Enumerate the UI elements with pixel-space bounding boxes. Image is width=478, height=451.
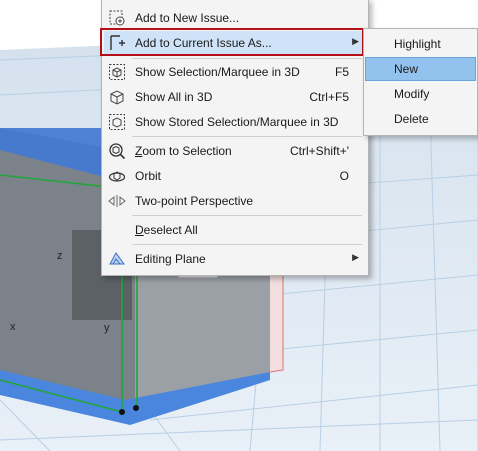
z-axis-label: z	[57, 250, 63, 262]
menu-item-label: Two-point Perspective	[135, 194, 254, 208]
add-to-new-issue-icon	[109, 10, 125, 26]
submenu-arrow-icon: ▶	[352, 252, 359, 262]
menu-separator	[132, 136, 362, 137]
show-all-3d-icon	[110, 90, 124, 105]
menu-item-show-stored-selection[interactable]: Show Stored Selection/Marquee in 3D	[104, 110, 366, 134]
menu-item-deselect-all[interactable]: Deselect All	[104, 218, 366, 242]
menu-item-label: Editing Plane	[135, 252, 206, 266]
menu-item-two-point-perspective[interactable]: Two-point Perspective	[104, 189, 366, 213]
y-axis-label: y	[104, 322, 110, 334]
show-stored-selection-icon	[109, 114, 125, 130]
show-selection-3d-icon	[109, 64, 125, 80]
submenu-item-new[interactable]: New	[365, 57, 476, 81]
menu-item-label: Deselect All	[135, 223, 198, 237]
menu-item-shortcut: Ctrl+F5	[309, 90, 349, 104]
issue-submenu: Highlight New Modify Delete	[363, 28, 478, 136]
submenu-item-label: Highlight	[394, 37, 441, 51]
x-axis-label: x	[10, 321, 16, 333]
menu-item-label-rest: oom to Selection	[142, 144, 232, 158]
submenu-item-modify[interactable]: Modify	[365, 82, 476, 106]
menu-item-show-selection-3d[interactable]: Show Selection/Marquee in 3D F5	[104, 60, 366, 84]
menu-item-shortcut: O	[339, 169, 349, 183]
menu-item-label-rest: eselect All	[143, 223, 198, 237]
callout-highlight-box	[100, 28, 364, 56]
menu-item-label: Show Stored Selection/Marquee in 3D	[135, 115, 339, 129]
menu-separator	[132, 244, 362, 245]
menu-item-shortcut: F5	[334, 65, 349, 79]
menu-separator	[132, 215, 362, 216]
menu-item-label: Show All in 3D	[135, 90, 213, 104]
submenu-item-delete[interactable]: Delete	[365, 107, 476, 131]
menu-item-show-all-3d[interactable]: Show All in 3D Ctrl+F5	[104, 85, 366, 109]
orbit-icon	[108, 171, 126, 182]
menu-item-shortcut: Ctrl+Shift+'	[290, 144, 349, 158]
submenu-item-label: Modify	[394, 87, 430, 101]
menu-item-label: Orbit	[135, 169, 162, 183]
menu-item-editing-plane[interactable]: Editing Plane ▶	[104, 247, 366, 271]
zoom-to-selection-icon	[109, 143, 126, 160]
menu-item-orbit[interactable]: Orbit O	[104, 164, 366, 188]
two-point-perspective-icon	[108, 195, 126, 207]
menu-item-zoom-to-selection[interactable]: Zoom to Selection Ctrl+Shift+'	[104, 139, 366, 163]
menu-item-label: Show Selection/Marquee in 3D	[135, 65, 300, 79]
menu-item-label: Add to New Issue...	[135, 11, 240, 25]
submenu-item-label: Delete	[394, 112, 429, 126]
submenu-item-highlight[interactable]: Highlight	[365, 32, 476, 56]
menu-item-label: Zoom to Selection	[135, 144, 232, 158]
editing-plane-icon	[109, 252, 125, 265]
submenu-item-label: New	[394, 62, 419, 76]
menu-separator	[132, 58, 362, 59]
menu-item-add-to-new-issue[interactable]: Add to New Issue...	[104, 6, 366, 30]
